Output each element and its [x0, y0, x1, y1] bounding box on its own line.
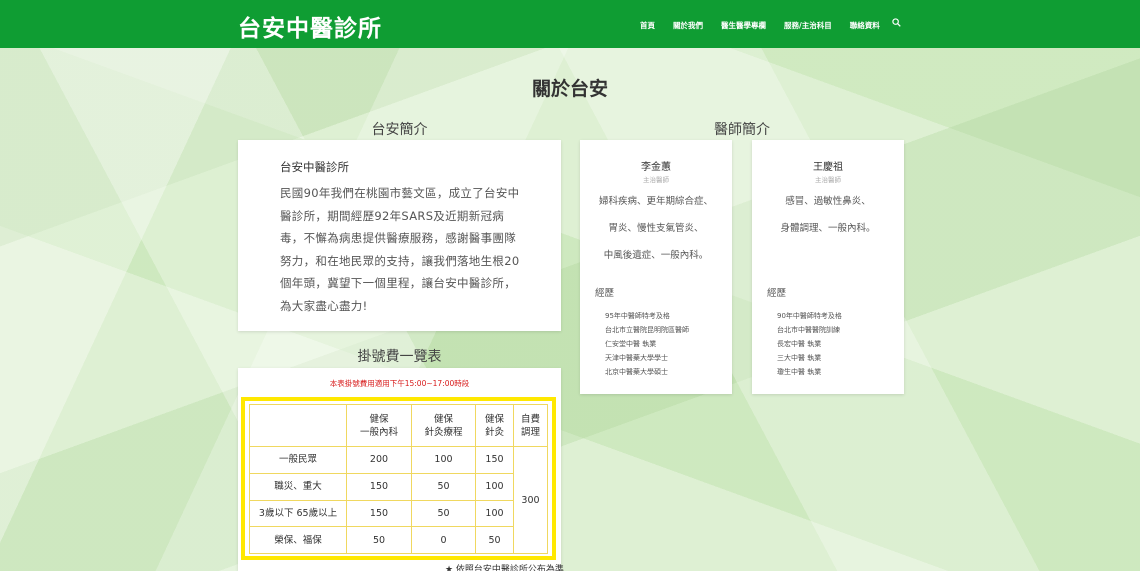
table-cell: 50 — [411, 499, 476, 528]
list-item: 長宏中醫 執業 — [777, 340, 822, 348]
list-item: 天津中醫藥大學學士 — [605, 354, 668, 362]
row-label: 職災、重大 — [249, 472, 347, 501]
doctor-title: 主治醫師 — [643, 176, 669, 184]
intro-card: 台安中醫診所 民國90年我們在桃園市藝文區，成立了台安中醫診所，期間經歷92年S… — [238, 140, 561, 331]
experience-label: 經歷 — [595, 288, 615, 299]
table-cell: 100 — [475, 499, 514, 528]
doctor-card: 李金蕙 主治醫師 婦科疾病、更年期綜合症、 胃炎、慢性支氣管炎、 中風後遺症、一… — [580, 140, 732, 394]
table-cell: 50 — [475, 526, 514, 554]
experience-list: 95年中醫師特考及格 台北市立醫院昆明院區醫師 仁安堂中醫 執業 天津中醫藥大學… — [605, 309, 689, 379]
doctor-specialties: 感冒、過敏性鼻炎、 身體調理、一般內科。 — [780, 196, 876, 234]
table-cell: 100 — [475, 472, 514, 501]
table-row: 一般民眾 200 100 150 300 — [249, 446, 548, 554]
table-cell: 50 — [411, 472, 476, 501]
experience-list: 90年中醫師特考及格 台北市中醫醫院訓練 長宏中醫 執業 三大中醫 執業 瓊生中… — [777, 309, 842, 379]
nav-column[interactable]: 醫生醫學專欄 — [721, 20, 766, 31]
doctors-section-title: 醫師簡介 — [714, 122, 770, 138]
table-row: 榮保、福保 50 0 50 — [249, 526, 548, 554]
main-nav: 首頁 關於我們 醫生醫學專欄 服務/主治科目 聯絡資料 — [640, 18, 898, 32]
intro-section-title: 台安簡介 — [371, 122, 428, 138]
fee-table-frame: 健保 一般內科 健保 針灸療程 健保 針灸 自費 調理 一般民眾 200 100… — [241, 397, 556, 560]
list-item: 90年中醫師特考及格 — [777, 312, 842, 320]
list-item: 北京中醫藥大學碩士 — [605, 368, 668, 376]
table-cell: 100 — [411, 446, 476, 474]
table-row: 職災、重大 150 50 100 — [249, 472, 548, 501]
doctor-name: 王慶祖 — [813, 162, 843, 173]
fee-note: 本表掛號費用適用下午15:00~17:00時段 — [329, 379, 470, 388]
row-label: 榮保、福保 — [249, 526, 347, 554]
table-cell: 150 — [475, 446, 514, 474]
table-cell: 50 — [346, 526, 412, 554]
table-header — [249, 404, 347, 447]
row-label: 一般民眾 — [249, 446, 347, 474]
nav-about[interactable]: 關於我們 — [673, 20, 703, 31]
table-cell: 150 — [346, 499, 412, 528]
fee-table: 健保 一般內科 健保 針灸療程 健保 針灸 自費 調理 一般民眾 200 100… — [249, 404, 548, 554]
row-label: 3歲以下 65歲以上 — [249, 499, 347, 528]
list-item: 台北市中醫醫院訓練 — [777, 326, 840, 334]
list-item: 三大中醫 執業 — [777, 354, 822, 362]
fee-footnote: ★ 依照台安中醫診所公布為準 — [445, 565, 564, 571]
list-item: 瓊生中醫 執業 — [777, 368, 822, 376]
self-pay-cell: 300 — [513, 446, 548, 554]
table-header: 健保 針灸療程 — [411, 404, 476, 447]
doctor-name: 李金蕙 — [641, 162, 671, 173]
nav-services[interactable]: 服務/主治科目 — [784, 20, 832, 31]
intro-text: 民國90年我們在桃園市藝文區，成立了台安中醫診所，期間經歷92年SARS及近期新… — [280, 186, 520, 313]
table-cell: 150 — [346, 472, 412, 501]
list-item: 台北市立醫院昆明院區醫師 — [605, 326, 689, 334]
table-header: 自費 調理 — [513, 404, 548, 447]
table-row: 3歲以下 65歲以上 150 50 100 — [249, 499, 548, 528]
nav-home[interactable]: 首頁 — [640, 20, 655, 31]
site-logo[interactable]: 台安中醫診所 — [238, 9, 382, 43]
table-cell: 200 — [346, 446, 412, 474]
table-header: 健保 針灸 — [475, 404, 514, 447]
fee-section-title: 掛號費一覽表 — [357, 349, 442, 365]
nav-contact[interactable]: 聯絡資料 — [850, 20, 880, 31]
search-icon[interactable] — [892, 18, 901, 27]
list-item: 仁安堂中醫 執業 — [605, 340, 657, 348]
doctor-title: 主治醫師 — [815, 176, 841, 184]
table-header: 健保 一般內科 — [346, 404, 412, 447]
intro-clinic-name: 台安中醫診所 — [280, 160, 349, 174]
list-item: 95年中醫師特考及格 — [605, 312, 670, 320]
doctor-specialties: 婦科疾病、更年期綜合症、 胃炎、慢性支氣管炎、 中風後遺症、一般內科。 — [598, 196, 713, 261]
page-title: 關於台安 — [531, 78, 608, 100]
fee-card: 本表掛號費用適用下午15:00~17:00時段 健保 一般內科 健保 針灸療程 … — [238, 368, 561, 571]
experience-label: 經歷 — [767, 288, 787, 299]
top-navigation-bar: 台安中醫診所 首頁 關於我們 醫生醫學專欄 服務/主治科目 聯絡資料 — [0, 0, 1140, 48]
table-cell: 0 — [411, 526, 476, 554]
doctor-card: 王慶祖 主治醫師 感冒、過敏性鼻炎、 身體調理、一般內科。 經歷 90年中醫師特… — [752, 140, 904, 394]
